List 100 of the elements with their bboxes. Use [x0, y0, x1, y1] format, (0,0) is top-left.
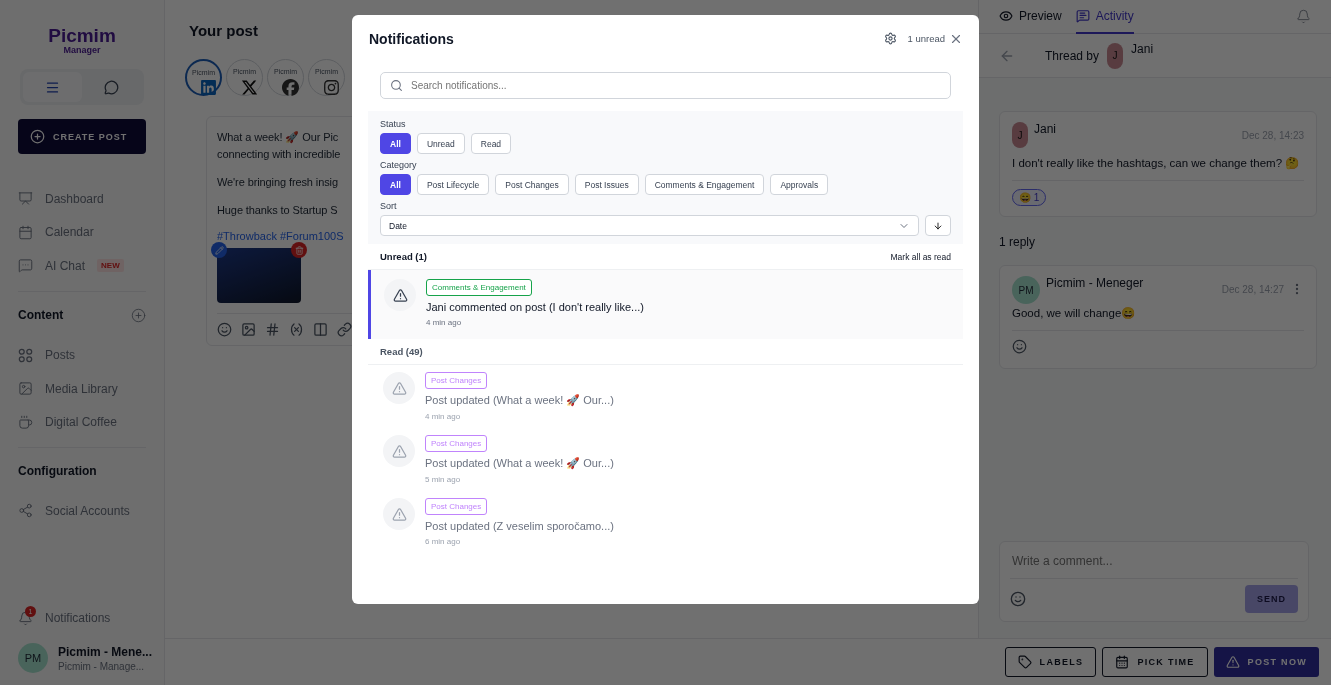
bell-icon — [18, 610, 33, 626]
group-title: Read (49) — [380, 346, 423, 357]
filter-label: Category — [380, 160, 418, 170]
hashtag-icon[interactable] — [265, 322, 280, 337]
search-icon — [390, 79, 403, 92]
trash-icon — [294, 245, 304, 255]
nav-item[interactable]: Digital Coffee — [18, 405, 146, 439]
reaction-chip[interactable]: 😄 1 — [1012, 189, 1047, 206]
post-now-button[interactable]: POST NOW — [1213, 647, 1319, 677]
create-post-button[interactable]: CREATE POST — [18, 119, 146, 154]
sort-select[interactable]: Date — [380, 215, 919, 236]
emoji-icon[interactable] — [1010, 591, 1026, 607]
post-paragraph: We're bringing fresh insig — [217, 175, 338, 190]
filter-chip[interactable]: Post Lifecycle — [416, 174, 490, 195]
page-title: Your post — [189, 22, 258, 39]
replies-count: 1 reply — [999, 235, 1037, 249]
eye-icon — [999, 8, 1013, 23]
post-paragraph: What a week! 🚀 Our Pic connecting with incredible — [217, 130, 341, 162]
new-badge: NEW — [97, 259, 124, 273]
share-icon — [18, 503, 33, 519]
warning-icon — [392, 287, 408, 303]
x-icon — [241, 79, 258, 96]
variable-icon[interactable] — [289, 322, 304, 337]
sort-direction-button[interactable] — [925, 215, 951, 236]
filter-chip[interactable]: Unread — [416, 133, 465, 154]
reply-text: Good, we will change😄 — [1012, 306, 1304, 331]
filter-label: Status — [380, 119, 407, 129]
comment-author: Jani — [1034, 122, 1057, 136]
facebook-icon — [282, 79, 299, 96]
user-role: Picmim - Manage... — [58, 660, 146, 672]
image-icon — [18, 381, 33, 397]
section-title: Content — [18, 308, 64, 322]
notification-text: Post updated (Z veselim sporočamo...) — [425, 520, 614, 532]
comment-text: I don't really like the hashtags, can we change them? 🤔 — [1012, 156, 1304, 181]
warning-icon — [1225, 655, 1240, 669]
bell-icon[interactable] — [1296, 9, 1311, 24]
thread-author: Jani — [1131, 42, 1154, 56]
calendar-icon — [1115, 655, 1130, 669]
warning-icon — [391, 506, 407, 522]
calendar-icon — [18, 224, 33, 240]
panel-tab[interactable]: Preview — [999, 0, 1062, 34]
edit-button[interactable] — [211, 242, 227, 258]
labels-button[interactable]: LABELS — [1004, 647, 1097, 677]
nav-item[interactable]: Dashboard — [18, 182, 146, 216]
layout-icon[interactable] — [313, 322, 328, 337]
pick-time-button[interactable]: PICK TIME — [1102, 647, 1208, 677]
hashtags: #Throwback #Forum100S — [217, 230, 344, 242]
nav-item[interactable]: Posts — [18, 338, 146, 372]
filter-label: Sort — [380, 201, 398, 211]
filter-chip[interactable]: Read — [470, 133, 512, 154]
menu-view-button[interactable] — [23, 72, 82, 102]
nav-item[interactable]: AI Chat NEW — [18, 249, 146, 283]
notification-item[interactable]: Comments & Engagement Jani commented on post (I don't really like...) 4 min ago — [368, 270, 963, 339]
warning-icon — [391, 380, 407, 396]
unread-count: 1 unread — [907, 33, 945, 44]
nav-item[interactable]: Calendar — [18, 215, 146, 249]
group-title: Unread (1) — [380, 251, 427, 262]
logo-subtitle: Manager — [63, 45, 101, 55]
search-field[interactable]: Search notifications... — [380, 72, 951, 99]
link-icon[interactable] — [337, 322, 352, 337]
filter-chip[interactable]: Comments & Engagement — [644, 174, 765, 195]
notification-text: Post updated (What a week! 🚀 Our...) — [425, 457, 614, 470]
linkedin-icon — [200, 79, 217, 96]
image-icon[interactable] — [241, 322, 256, 337]
nav-item[interactable]: Media Library — [18, 372, 146, 406]
delete-button[interactable] — [291, 242, 307, 258]
filter-chip[interactable]: Post Issues — [574, 174, 639, 195]
logo: Picmim — [48, 26, 116, 45]
category-tag: Post Changes — [425, 498, 488, 515]
author-avatar: J — [1012, 122, 1028, 148]
mark-all-read-link[interactable]: Mark all as read — [890, 251, 951, 262]
coffee-icon — [18, 414, 33, 430]
filter-chip[interactable]: All — [380, 174, 411, 195]
arrow-down-icon — [933, 220, 943, 231]
notification-text: Post updated (What a week! 🚀 Our...) — [425, 394, 614, 407]
filter-chip[interactable]: Approvals — [770, 174, 829, 195]
nav-item[interactable]: Social Accounts — [18, 494, 146, 528]
emoji-icon[interactable] — [1012, 339, 1027, 354]
notification-text: Jani commented on post (I don't really like...) — [426, 301, 644, 313]
category-tag: Post Changes — [425, 372, 488, 389]
section-title: Configuration — [18, 464, 97, 478]
author-avatar: J — [1107, 42, 1124, 69]
instagram-icon — [323, 79, 340, 96]
author-avatar: PM — [1012, 276, 1040, 304]
user-name: Picmim - Mene... — [58, 644, 153, 659]
filter-chip[interactable]: All — [380, 133, 411, 154]
chart-icon — [18, 191, 33, 207]
grid-dots-icon — [18, 347, 33, 363]
settings-icon[interactable] — [884, 32, 898, 45]
notification-time: 5 min ago — [425, 475, 461, 484]
notification-time: 4 min ago — [425, 412, 461, 421]
emoji-icon[interactable] — [217, 322, 232, 337]
warning-icon — [391, 443, 407, 459]
filter-chip[interactable]: Post Changes — [495, 174, 569, 195]
thread-label: Thread by — [1045, 48, 1100, 63]
dialog-title: Notifications — [369, 30, 455, 47]
comment-icon — [1075, 8, 1090, 23]
pencil-icon — [214, 245, 224, 255]
plus-circle-icon — [30, 129, 45, 144]
add-icon[interactable] — [131, 307, 146, 323]
